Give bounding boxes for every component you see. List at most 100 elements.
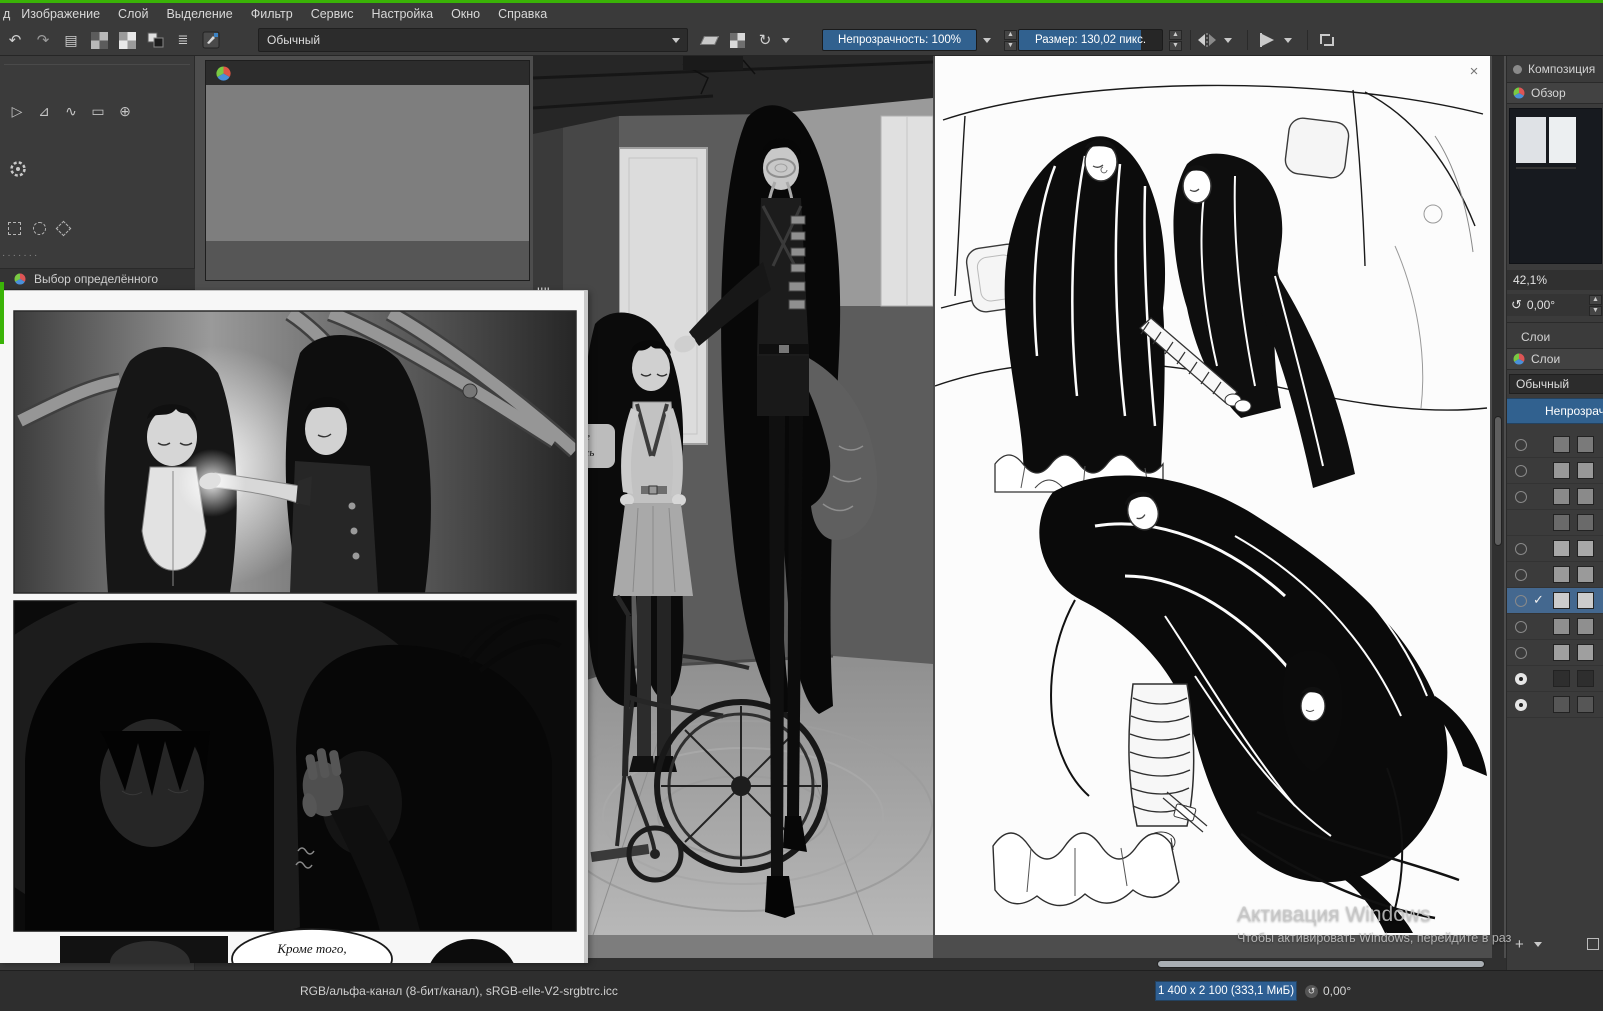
rectangle-tool-icon[interactable]: ▭: [87, 100, 109, 122]
menu-item-help[interactable]: Справка: [489, 3, 556, 25]
spin-down-icon[interactable]: ▼: [1004, 41, 1017, 51]
opacity-slider[interactable]: Непрозрачность: 100%: [822, 29, 977, 51]
chevron-down-icon[interactable]: [782, 38, 790, 43]
size-spinner[interactable]: ▲▼: [1169, 30, 1182, 51]
rect-select-tool-icon[interactable]: [8, 222, 21, 235]
snap-tool-icon[interactable]: [1256, 28, 1278, 52]
layer-row[interactable]: [1507, 536, 1603, 562]
layer-visibility-icon[interactable]: [1515, 465, 1527, 477]
undo-icon[interactable]: ↶: [4, 28, 26, 52]
menu-item-select[interactable]: Выделение: [157, 3, 241, 25]
rotation-spinner[interactable]: ▲▼: [1589, 295, 1602, 316]
reference-window-titlebar[interactable]: [206, 61, 529, 85]
menu-item-filter[interactable]: Фильтр: [242, 3, 302, 25]
gradient-chooser-icon[interactable]: [88, 28, 110, 52]
layer-visibility-icon[interactable]: [1515, 595, 1527, 607]
canvas-angle-indicator[interactable]: ↺ 0,00°: [1305, 981, 1351, 1001]
layer-thumbnail[interactable]: [1553, 566, 1570, 583]
chevron-down-icon[interactable]: [1534, 942, 1542, 947]
layer-thumbnail[interactable]: [1577, 592, 1594, 609]
specific-color-selector-tab[interactable]: Выбор определённого: [0, 268, 195, 290]
fg-bg-color-icon[interactable]: [144, 28, 166, 52]
crop-overlay-icon[interactable]: [1316, 28, 1338, 52]
menu-item-tools[interactable]: Сервис: [302, 3, 363, 25]
layer-thumbnail[interactable]: [1553, 644, 1570, 661]
layer-visibility-icon[interactable]: [1515, 439, 1527, 451]
layer-row[interactable]: [1507, 666, 1603, 692]
layer-row[interactable]: [1507, 432, 1603, 458]
layer-opacity-slider[interactable]: Непрозрачность: [1507, 398, 1603, 424]
manga-page-artwork[interactable]: Кроме того, что она: [0, 291, 588, 963]
layer-row[interactable]: ✓: [1507, 588, 1603, 614]
spin-up-icon[interactable]: ▲: [1169, 30, 1182, 40]
add-layer-icon[interactable]: +: [1515, 936, 1524, 953]
layer-thumbnail[interactable]: [1577, 644, 1594, 661]
overview-preview[interactable]: [1509, 108, 1602, 264]
layer-visibility-icon[interactable]: [1515, 491, 1527, 503]
brush-presets-icon[interactable]: ≣: [172, 28, 194, 52]
layer-thumbnail[interactable]: [1553, 462, 1570, 479]
menu-item-partial[interactable]: д: [0, 3, 12, 25]
canvas-rotation-field[interactable]: ↺ 0,00° ▲▼: [1507, 294, 1603, 316]
menu-item-settings[interactable]: Настройка: [363, 3, 443, 25]
transform-tool-icon[interactable]: ⊿: [33, 100, 55, 122]
layer-thumbnail[interactable]: [1577, 462, 1594, 479]
layer-row[interactable]: [1507, 692, 1603, 718]
right-artwork-canvas[interactable]: [935, 56, 1490, 935]
layer-thumbnail[interactable]: [1577, 696, 1594, 713]
spin-down-icon[interactable]: ▼: [1169, 41, 1182, 51]
preserve-alpha-icon[interactable]: [726, 28, 748, 52]
vertical-scrollbar-thumb[interactable]: [1494, 416, 1502, 546]
layers-docker-tab[interactable]: Слои: [1507, 348, 1603, 370]
layer-visibility-icon[interactable]: [1515, 699, 1527, 711]
chevron-down-icon[interactable]: [983, 38, 991, 43]
layer-row[interactable]: [1507, 510, 1603, 536]
ellipse-select-tool-icon[interactable]: [33, 222, 46, 235]
menu-item-layer[interactable]: Слой: [109, 3, 157, 25]
layer-visibility-icon[interactable]: [1515, 647, 1527, 659]
eraser-mode-icon[interactable]: [698, 28, 720, 52]
overview-docker-tab[interactable]: Обзор: [1507, 82, 1603, 104]
layer-blend-mode-combo[interactable]: Обычный: [1509, 374, 1603, 394]
layer-thumbnail[interactable]: [1577, 566, 1594, 583]
pattern-chooser-icon[interactable]: [116, 28, 138, 52]
move-tool-icon[interactable]: ▷: [6, 100, 28, 122]
menu-item-image[interactable]: Изображение: [12, 3, 109, 25]
canvas-subwindow-right[interactable]: [935, 56, 1490, 935]
layer-row[interactable]: [1507, 458, 1603, 484]
floating-reference-window[interactable]: [205, 60, 530, 281]
image-size-memory-badge[interactable]: 1 400 x 2 100 (333,1 МиБ): [1155, 981, 1297, 1001]
layer-thumbnail[interactable]: [1577, 670, 1594, 687]
layer-visibility-icon[interactable]: [1515, 543, 1527, 555]
layer-thumbnail[interactable]: [1553, 670, 1570, 687]
chevron-down-icon[interactable]: [1284, 38, 1292, 43]
mirror-horizontal-icon[interactable]: [1196, 28, 1218, 52]
canvas-subwindow-middle[interactable]: щь, е ось: [533, 56, 933, 958]
manga-page-window[interactable]: Кроме того, что она: [0, 290, 588, 962]
layer-visibility-icon[interactable]: [1515, 673, 1527, 685]
chevron-down-icon[interactable]: [1224, 38, 1232, 43]
layer-thumbnail[interactable]: [1577, 540, 1594, 557]
brush-size-slider[interactable]: Размер: 130,02 пикс.: [1018, 29, 1163, 51]
layer-thumbnail[interactable]: [1553, 592, 1570, 609]
assistant-tool-icon[interactable]: [8, 159, 28, 184]
layer-properties-icon[interactable]: [1587, 938, 1599, 950]
polygon-select-tool-icon[interactable]: [56, 221, 72, 237]
spin-up-icon[interactable]: ▲: [1004, 30, 1017, 40]
reference-window-body[interactable]: [206, 85, 529, 241]
layer-visibility-icon[interactable]: [1515, 569, 1527, 581]
middle-artwork-canvas[interactable]: щь, е ось: [533, 56, 933, 935]
layers-docker-title[interactable]: Слои: [1507, 328, 1603, 346]
fill-tool-icon[interactable]: ⊕: [114, 100, 136, 122]
layer-thumbnail[interactable]: [1553, 488, 1570, 505]
docker-drag-handle[interactable]: ·······: [2, 250, 72, 261]
opacity-spinner[interactable]: ▲▼: [1004, 30, 1017, 51]
subwindow-close-icon[interactable]: ×: [1464, 62, 1484, 82]
layer-thumbnail[interactable]: [1553, 514, 1570, 531]
brush-editor-icon[interactable]: [200, 28, 222, 52]
layer-thumbnail[interactable]: [1553, 618, 1570, 635]
freehand-path-tool-icon[interactable]: ∿: [60, 100, 82, 122]
layer-row[interactable]: [1507, 614, 1603, 640]
layer-thumbnail[interactable]: [1553, 540, 1570, 557]
layer-thumbnail[interactable]: [1577, 618, 1594, 635]
